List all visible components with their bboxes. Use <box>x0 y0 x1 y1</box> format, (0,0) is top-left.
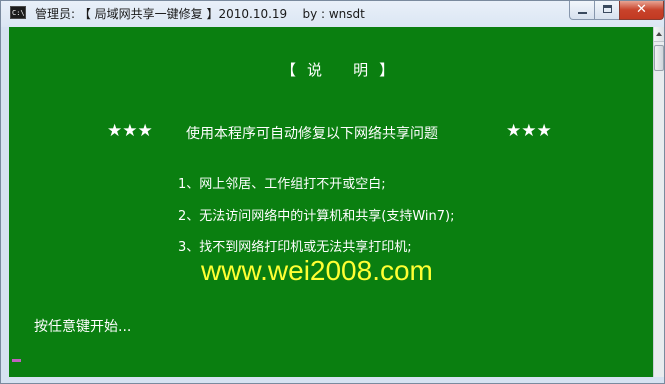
vertical-scrollbar[interactable] <box>653 27 664 377</box>
text-cursor <box>12 359 21 362</box>
maximize-icon <box>603 5 612 13</box>
list-item: 2、无法访问网络中的计算机和共享(支持Win7); <box>178 209 455 224</box>
close-icon: ✕ <box>636 2 647 17</box>
console-output[interactable]: 【 说 明 】 ★★★ 使用本程序可自动修复以下网络共享问题 ★★★ 1、网上邻… <box>9 27 653 377</box>
scroll-up-arrow-icon[interactable] <box>654 27 664 42</box>
minimize-icon <box>578 12 587 14</box>
console-window: C:\ 管理员: 【 局域网共享一键修复 】2010.10.19 by : wn… <box>0 0 665 384</box>
window-title: 管理员: 【 局域网共享一键修复 】2010.10.19 by : wnsdt <box>35 7 365 21</box>
title-bar[interactable]: C:\ 管理员: 【 局域网共享一键修复 】2010.10.19 by : wn… <box>1 1 664 27</box>
scroll-thumb[interactable] <box>654 45 664 71</box>
close-button[interactable]: ✕ <box>619 1 664 20</box>
minimize-button[interactable] <box>569 1 595 20</box>
maximize-button[interactable] <box>594 1 620 20</box>
list-item: 3、找不到网络打印机或无法共享打印机; <box>178 240 412 255</box>
console-app-icon[interactable]: C:\ <box>10 6 26 19</box>
stars-left: ★★★ <box>107 121 153 141</box>
website-url: www.wei2008.com <box>201 255 433 286</box>
list-item: 1、网上邻居、工作组打不开或空白; <box>178 177 386 192</box>
press-any-key-prompt: 按任意键开始... <box>34 319 132 335</box>
stars-right: ★★★ <box>506 121 552 141</box>
intro-text: 使用本程序可自动修复以下网络共享问题 <box>186 126 438 142</box>
heading: 【 说 明 】 <box>281 61 396 79</box>
